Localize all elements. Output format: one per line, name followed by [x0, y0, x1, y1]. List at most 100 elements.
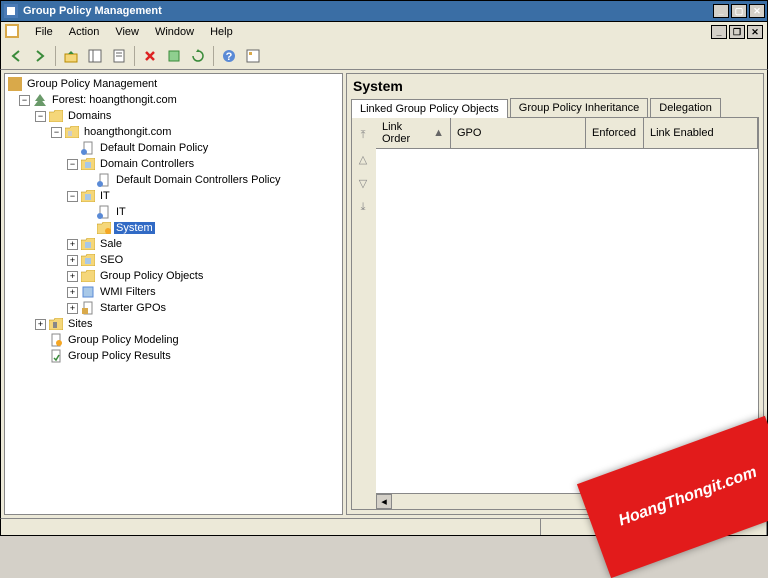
- forward-button[interactable]: [29, 45, 51, 67]
- tab-content: ⤒ △ ▽ ⤓ Link Order ▲ GPO Enforced Link E…: [351, 117, 759, 510]
- expander-minus-icon[interactable]: −: [67, 191, 78, 202]
- close-button[interactable]: ✕: [749, 4, 765, 18]
- up-button[interactable]: [60, 45, 82, 67]
- expander-minus-icon[interactable]: −: [35, 111, 46, 122]
- col-enforced[interactable]: Enforced: [586, 118, 644, 148]
- tab-inheritance[interactable]: Group Policy Inheritance: [510, 98, 648, 117]
- tab-linked-gpo[interactable]: Linked Group Policy Objects: [351, 99, 508, 118]
- col-gpo[interactable]: GPO: [451, 118, 586, 148]
- menu-action[interactable]: Action: [61, 24, 108, 40]
- scroll-left-button[interactable]: ◂: [376, 494, 392, 509]
- col-link-enabled[interactable]: Link Enabled: [644, 118, 758, 148]
- tree-sites[interactable]: + Sites: [7, 316, 340, 332]
- tree-it[interactable]: − IT: [7, 188, 340, 204]
- properties-button[interactable]: [108, 45, 130, 67]
- expander-plus-icon[interactable]: +: [67, 239, 78, 250]
- col-link-order[interactable]: Link Order ▲: [376, 118, 451, 148]
- tree-default-domain-policy[interactable]: Default Domain Policy: [7, 140, 340, 156]
- move-down-button[interactable]: ▽: [354, 174, 372, 192]
- menu-view[interactable]: View: [107, 24, 147, 40]
- tree-root[interactable]: Group Policy Management: [7, 76, 340, 92]
- forest-icon: [32, 92, 48, 108]
- svg-text:?: ?: [226, 51, 233, 63]
- tree-starter-gpos[interactable]: + Starter GPOs: [7, 300, 340, 316]
- new-ou-icon: [96, 220, 112, 236]
- move-top-button[interactable]: ⤒: [354, 126, 372, 144]
- expander-plus-icon[interactable]: +: [35, 319, 46, 330]
- minimize-button[interactable]: _: [713, 4, 729, 18]
- gpo-link-icon: [96, 204, 112, 220]
- horizontal-scrollbar[interactable]: ◂ ▸: [376, 493, 758, 509]
- gpo-grid: Link Order ▲ GPO Enforced Link Enabled ◂…: [376, 118, 758, 509]
- tree-sale[interactable]: + Sale: [7, 236, 340, 252]
- gpo-link-icon: [80, 140, 96, 156]
- delete-button[interactable]: [139, 45, 161, 67]
- ou-icon: [80, 236, 96, 252]
- details-panel: System Linked Group Policy Objects Group…: [346, 73, 764, 515]
- expander-plus-icon[interactable]: +: [67, 303, 78, 314]
- ou-icon: [80, 156, 96, 172]
- tree-gpo-container[interactable]: + Group Policy Objects: [7, 268, 340, 284]
- domain-icon: [64, 124, 80, 140]
- tree-domain-controllers[interactable]: − Domain Controllers: [7, 156, 340, 172]
- expander-plus-icon[interactable]: +: [67, 271, 78, 282]
- tree-system[interactable]: System: [7, 220, 340, 236]
- scroll-right-button[interactable]: ▸: [742, 494, 758, 509]
- sites-icon: [48, 316, 64, 332]
- move-bottom-button[interactable]: ⤓: [354, 198, 372, 216]
- sort-asc-icon: ▲: [433, 127, 444, 139]
- export-button[interactable]: [163, 45, 185, 67]
- reorder-controls: ⤒ △ ▽ ⤓: [352, 118, 376, 509]
- child-restore-button[interactable]: ❐: [729, 25, 745, 39]
- expander-minus-icon[interactable]: −: [51, 127, 62, 138]
- starter-gpo-icon: [80, 300, 96, 316]
- ou-icon: [80, 188, 96, 204]
- statusbar: [0, 518, 768, 536]
- show-hide-tree-button[interactable]: [84, 45, 106, 67]
- tab-delegation[interactable]: Delegation: [650, 98, 721, 117]
- child-minimize-button[interactable]: _: [711, 25, 727, 39]
- modeling-icon: [48, 332, 64, 348]
- window-title: Group Policy Management: [23, 5, 713, 17]
- app-icon: [3, 3, 19, 19]
- expander-plus-icon[interactable]: +: [67, 287, 78, 298]
- tree-seo[interactable]: + SEO: [7, 252, 340, 268]
- tree-default-dc-policy[interactable]: Default Domain Controllers Policy: [7, 172, 340, 188]
- scroll-track[interactable]: [392, 494, 742, 509]
- gpm-icon: [7, 76, 23, 92]
- wmi-icon: [80, 284, 96, 300]
- tree-domains[interactable]: − Domains: [7, 108, 340, 124]
- maximize-button[interactable]: ▢: [731, 4, 747, 18]
- child-close-button[interactable]: ✕: [747, 25, 763, 39]
- refresh-button[interactable]: [187, 45, 209, 67]
- menu-help[interactable]: Help: [202, 24, 241, 40]
- grid-body[interactable]: [376, 149, 758, 493]
- menu-window[interactable]: Window: [147, 24, 202, 40]
- tree-forest[interactable]: − Forest: hoangthongit.com: [7, 92, 340, 108]
- menubar: File Action View Window Help _ ❐ ✕: [0, 22, 768, 42]
- tree-wmi[interactable]: + WMI Filters: [7, 284, 340, 300]
- help-button[interactable]: ?: [218, 45, 240, 67]
- folder-icon: [48, 108, 64, 124]
- expander-plus-icon[interactable]: +: [67, 255, 78, 266]
- tree-panel[interactable]: Group Policy Management − Forest: hoangt…: [4, 73, 343, 515]
- toolbar: ?: [0, 42, 768, 70]
- expander-minus-icon[interactable]: −: [19, 95, 30, 106]
- options-button[interactable]: [242, 45, 264, 67]
- menu-file[interactable]: File: [27, 24, 61, 40]
- tab-strip: Linked Group Policy Objects Group Policy…: [347, 98, 763, 117]
- folder-icon: [80, 268, 96, 284]
- content-area: Group Policy Management − Forest: hoangt…: [0, 70, 768, 518]
- details-title: System: [347, 74, 763, 98]
- tree-results[interactable]: Group Policy Results: [7, 348, 340, 364]
- move-up-button[interactable]: △: [354, 150, 372, 168]
- titlebar: Group Policy Management _ ▢ ✕: [0, 0, 768, 22]
- expander-minus-icon[interactable]: −: [67, 159, 78, 170]
- tree-it-gpo[interactable]: IT: [7, 204, 340, 220]
- back-button[interactable]: [5, 45, 27, 67]
- ou-icon: [80, 252, 96, 268]
- tree-domain[interactable]: − hoangthongit.com: [7, 124, 340, 140]
- tree-modeling[interactable]: Group Policy Modeling: [7, 332, 340, 348]
- grid-header: Link Order ▲ GPO Enforced Link Enabled: [376, 118, 758, 149]
- results-icon: [48, 348, 64, 364]
